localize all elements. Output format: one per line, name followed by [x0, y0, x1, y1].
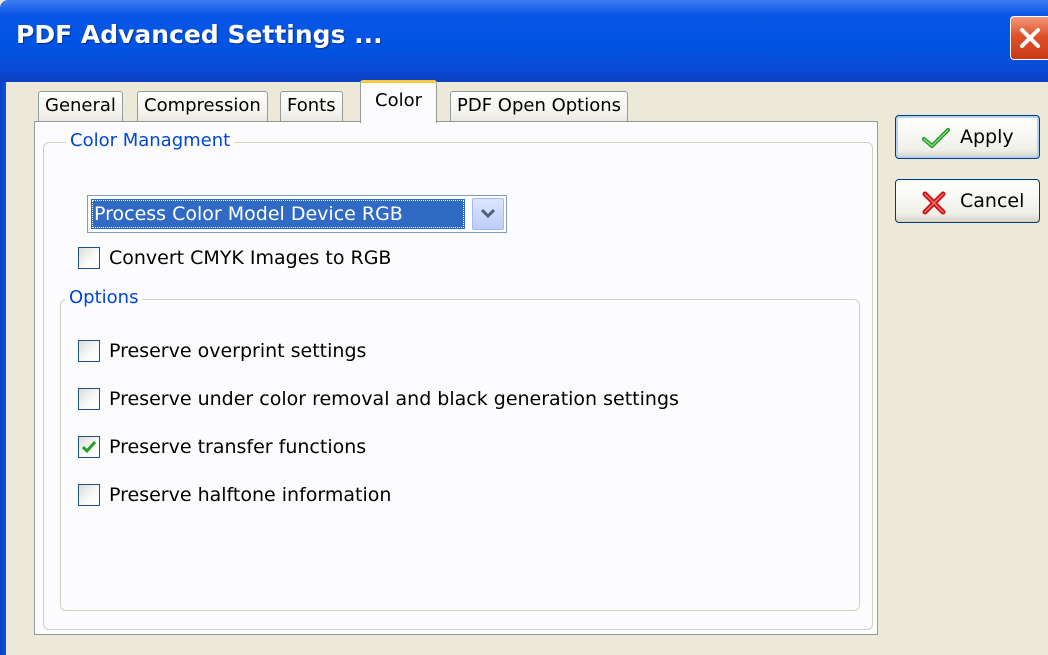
cancel-button[interactable]: Cancel: [895, 179, 1040, 223]
preserve-transfer-checkbox[interactable]: [78, 436, 100, 458]
preserve-ucr-bg-label[interactable]: Preserve under color removal and black g…: [109, 388, 679, 411]
preserve-ucr-bg-checkbox[interactable]: [78, 388, 100, 410]
color-model-select[interactable]: Process Color Model Device RGB: [87, 195, 507, 233]
tab-label: General: [45, 95, 116, 116]
chevron-down-icon: [481, 208, 495, 219]
preserve-halftone-label[interactable]: Preserve halftone information: [109, 484, 391, 507]
options-legend: Options: [65, 287, 143, 308]
cancel-label: Cancel: [960, 190, 1025, 212]
tab-label: Compression: [144, 95, 261, 116]
green-checkmark-icon: [922, 128, 950, 148]
tab-color[interactable]: Color: [360, 80, 437, 123]
tab-fonts[interactable]: Fonts: [280, 91, 343, 121]
window-border-left: [0, 82, 6, 655]
apply-label: Apply: [960, 126, 1014, 148]
color-management-group: Color Managment Process Color Model Devi…: [43, 130, 873, 630]
color-model-dropdown-button[interactable]: [472, 198, 504, 230]
check-mark-icon: [82, 441, 96, 454]
tab-label: Color: [375, 90, 422, 111]
tab-label: PDF Open Options: [457, 95, 622, 116]
preserve-transfer-label[interactable]: Preserve transfer functions: [109, 436, 366, 459]
title-bar[interactable]: PDF Advanced Settings ...: [0, 0, 1048, 82]
options-group: Options Preserve overprint settings Pres…: [60, 287, 860, 611]
apply-button[interactable]: Apply: [895, 115, 1040, 159]
color-tab-panel: Color Managment Process Color Model Devi…: [34, 121, 878, 635]
preserve-halftone-checkbox[interactable]: [78, 484, 100, 506]
convert-cmyk-label[interactable]: Convert CMYK Images to RGB: [109, 247, 391, 270]
color-management-legend: Color Managment: [66, 130, 235, 151]
close-button[interactable]: [1010, 16, 1048, 60]
color-model-value: Process Color Model Device RGB: [91, 199, 465, 229]
preserve-overprint-label[interactable]: Preserve overprint settings: [109, 340, 366, 363]
preserve-overprint-checkbox[interactable]: [78, 340, 100, 362]
tab-label: Fonts: [287, 95, 336, 116]
window-title: PDF Advanced Settings ...: [16, 20, 383, 49]
tab-general[interactable]: General: [38, 91, 123, 121]
tab-compression[interactable]: Compression: [137, 91, 268, 121]
tab-pdf-open-options[interactable]: PDF Open Options: [450, 91, 629, 121]
close-icon: [1020, 28, 1040, 48]
convert-cmyk-checkbox[interactable]: [78, 247, 100, 269]
red-x-icon: [922, 191, 946, 215]
